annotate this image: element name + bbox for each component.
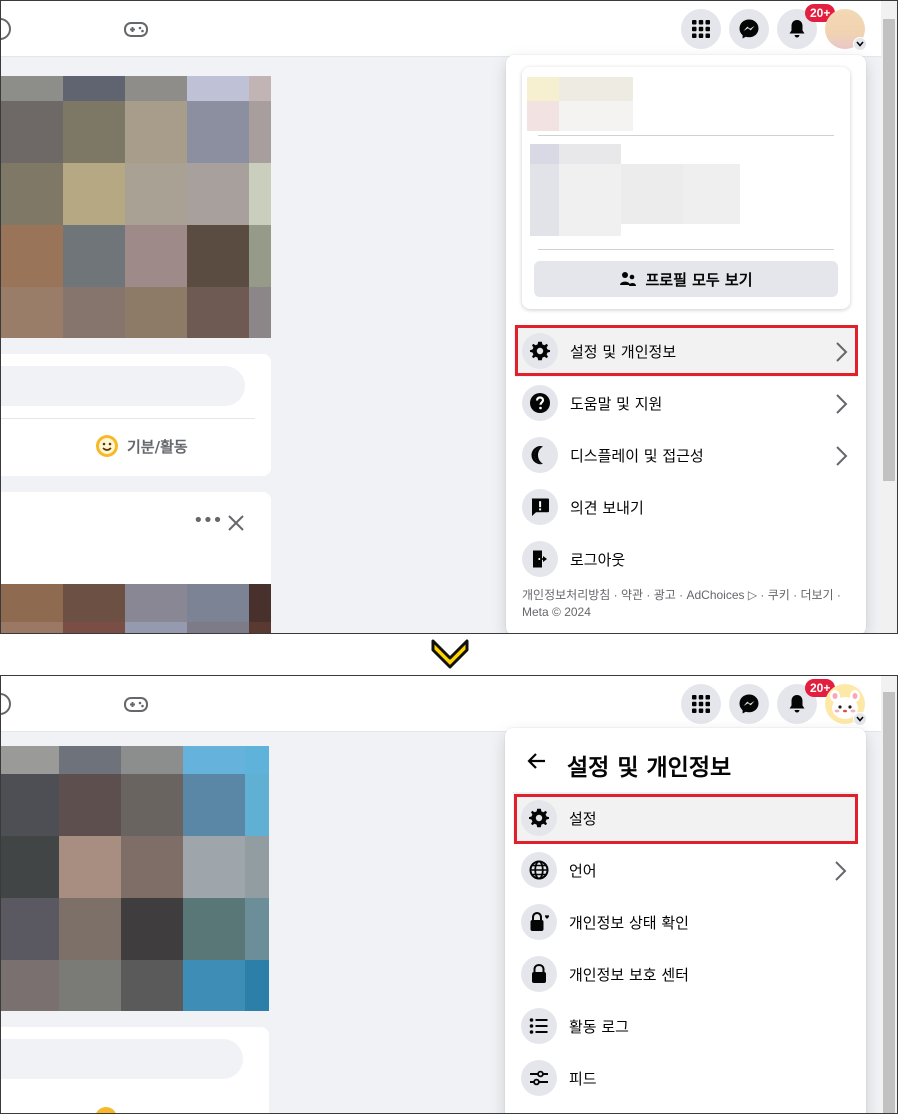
chevron-right-icon bbox=[836, 394, 848, 414]
screenshot-after: 20+ 설정 및 개인정보 설정 언어 개인정보 상태 확인 개인정보 보호 센… bbox=[0, 675, 898, 1114]
blurred-profile-2 bbox=[530, 144, 559, 164]
help-icon bbox=[522, 385, 558, 421]
top-navigation-bar: 20+ bbox=[1, 676, 883, 732]
scrollbar[interactable] bbox=[881, 1, 897, 633]
menu-item-give-feedback[interactable]: 의견 보내기 bbox=[514, 481, 858, 533]
top-navigation-bar: 20+ bbox=[1, 1, 883, 57]
menu-item-label: 도움말 및 지원 bbox=[570, 394, 663, 413]
blurred-profile-1-c bbox=[559, 101, 633, 131]
menu-item-help-support[interactable]: 도움말 및 지원 bbox=[514, 377, 858, 429]
blurred-post-photo bbox=[1, 584, 271, 633]
messenger-icon[interactable] bbox=[729, 684, 769, 724]
menu-item-privacy-checkup[interactable]: 개인정보 상태 확인 bbox=[513, 896, 857, 948]
menu-item-activity-log[interactable]: 활동 로그 bbox=[513, 1000, 857, 1052]
close-icon[interactable] bbox=[227, 514, 245, 532]
apps-grid-icon[interactable] bbox=[681, 684, 721, 724]
feeling-activity-button[interactable]: 기분/활동 bbox=[95, 434, 188, 458]
menu-item-privacy-center[interactable]: 개인정보 보호 센터 bbox=[513, 948, 857, 1000]
smiley-icon bbox=[96, 435, 118, 457]
game-controller-icon[interactable] bbox=[123, 17, 149, 41]
see-all-profiles-button[interactable]: 프로필 모두 보기 bbox=[534, 261, 838, 297]
scrollbar[interactable] bbox=[881, 676, 897, 1113]
menu-item-label: 피드 bbox=[569, 1069, 597, 1088]
scrollbar-thumb[interactable] bbox=[883, 692, 895, 1113]
menu-item-label: 개인정보 상태 확인 bbox=[569, 913, 689, 932]
menu-item-label: 개인정보 보호 센터 bbox=[569, 965, 689, 984]
chevron-down-icon[interactable] bbox=[853, 37, 867, 51]
feedback-icon bbox=[522, 489, 558, 525]
composer-input[interactable] bbox=[1, 1039, 243, 1079]
blurred-profile-1-name bbox=[559, 77, 633, 101]
menu-item-logout[interactable]: 로그아웃 bbox=[514, 533, 858, 585]
lock-heart-icon bbox=[521, 904, 557, 940]
menu-item-label: 디스플레이 및 접근성 bbox=[570, 446, 704, 465]
post-composer: 기분/활동 bbox=[1, 354, 271, 476]
scrollbar-thumb[interactable] bbox=[883, 19, 895, 481]
profile-divider-1 bbox=[538, 135, 834, 136]
menu-item-label: 의견 보내기 bbox=[570, 498, 644, 517]
profile-switcher-card: 프로필 모두 보기 bbox=[522, 67, 850, 309]
menu-item-label: 활동 로그 bbox=[569, 1017, 629, 1036]
profile-divider-2 bbox=[538, 249, 834, 250]
menu-item-language[interactable]: 언어 bbox=[513, 844, 857, 896]
chevron-right-icon bbox=[836, 446, 848, 466]
chevron-right-icon bbox=[835, 861, 847, 881]
back-arrow-icon[interactable] bbox=[527, 752, 547, 770]
blurred-photo bbox=[1, 76, 271, 338]
footer-links[interactable]: 개인정보처리방침 · 약관 · 광고 · AdChoices ▷ · 쿠키 · … bbox=[522, 587, 852, 621]
blurred-photo bbox=[1, 746, 269, 1011]
blurred-profile-2-d bbox=[621, 164, 683, 224]
blurred-profile-2-c bbox=[559, 164, 621, 236]
feeling-activity-label: 기분/활동 bbox=[127, 437, 188, 456]
blurred-profile-2-b bbox=[530, 164, 559, 236]
highlight-settings bbox=[514, 794, 858, 844]
composer-divider bbox=[1, 418, 255, 419]
menu-item-label: 로그아웃 bbox=[570, 550, 626, 569]
profiles-icon bbox=[620, 272, 637, 286]
nav-icon-partial[interactable] bbox=[1, 693, 11, 715]
menu-item-label: 언어 bbox=[569, 861, 597, 880]
post-composer bbox=[1, 1027, 269, 1113]
settings-privacy-menu: 설정 및 개인정보 설정 언어 개인정보 상태 확인 개인정보 보호 센터 활동… bbox=[505, 728, 866, 1113]
post-card: ••• bbox=[1, 492, 271, 633]
nav-icon-partial[interactable] bbox=[1, 18, 11, 40]
smiley-icon-partial bbox=[95, 1107, 117, 1113]
see-all-profiles-label: 프로필 모두 보기 bbox=[645, 270, 753, 289]
game-controller-icon[interactable] bbox=[123, 692, 149, 716]
chevron-down-icon[interactable] bbox=[853, 712, 867, 726]
moon-icon bbox=[522, 437, 558, 473]
blurred-profile-1-b bbox=[527, 101, 559, 131]
more-options-icon[interactable]: ••• bbox=[193, 510, 223, 531]
lock-icon bbox=[521, 956, 557, 992]
menu-item-feed[interactable]: 피드 bbox=[513, 1052, 857, 1104]
screenshot-before: 기분/활동 ••• 20+ 프로필 모두 보기 설정 및 개인정보 도움말 및 … bbox=[0, 0, 898, 634]
blurred-profile-2-a bbox=[559, 144, 621, 164]
list-icon bbox=[521, 1008, 557, 1044]
highlight-settings-privacy bbox=[515, 325, 858, 376]
blurred-profile-2-e bbox=[683, 164, 740, 224]
globe-icon bbox=[521, 852, 557, 888]
chevron-down-arrow-icon bbox=[431, 639, 469, 669]
logout-icon bbox=[522, 541, 558, 577]
blurred-profile-1 bbox=[527, 77, 559, 101]
composer-input[interactable] bbox=[1, 366, 245, 406]
menu-title: 설정 및 개인정보 bbox=[567, 755, 732, 781]
menu-item-display-accessibility[interactable]: 디스플레이 및 접근성 bbox=[514, 429, 858, 481]
messenger-icon[interactable] bbox=[729, 9, 769, 49]
sliders-icon bbox=[521, 1060, 557, 1096]
apps-grid-icon[interactable] bbox=[681, 9, 721, 49]
